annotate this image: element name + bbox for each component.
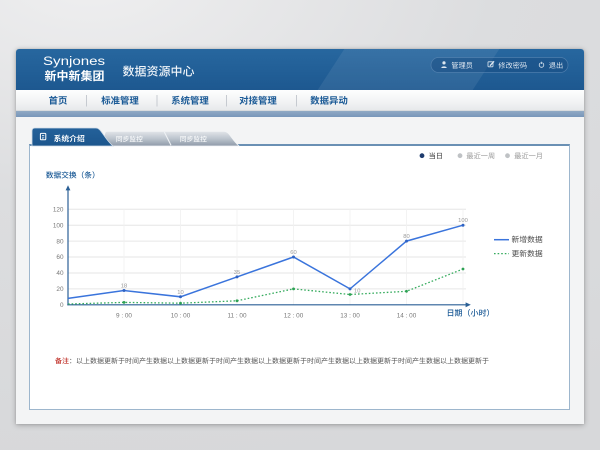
svg-text:20: 20 bbox=[56, 286, 64, 293]
svg-text:10 : 00: 10 : 00 bbox=[171, 313, 191, 320]
svg-text:60: 60 bbox=[56, 254, 64, 261]
svg-text:100: 100 bbox=[458, 218, 468, 224]
svg-text:12 : 00: 12 : 00 bbox=[284, 313, 304, 320]
svg-text:18: 18 bbox=[121, 284, 127, 290]
svg-text:10: 10 bbox=[354, 288, 360, 294]
svg-text:13 : 00: 13 : 00 bbox=[340, 313, 360, 320]
svg-text:9 : 00: 9 : 00 bbox=[116, 313, 132, 320]
svg-text:35: 35 bbox=[234, 270, 240, 276]
svg-text:14 : 00: 14 : 00 bbox=[397, 313, 417, 320]
svg-text:0: 0 bbox=[60, 302, 64, 309]
svg-text:40: 40 bbox=[56, 270, 64, 277]
svg-text:Synjones: Synjones bbox=[43, 54, 105, 68]
svg-text:80: 80 bbox=[403, 234, 409, 240]
svg-text:100: 100 bbox=[53, 222, 64, 229]
svg-text:11 : 00: 11 : 00 bbox=[227, 313, 247, 320]
svg-text:60: 60 bbox=[290, 250, 296, 256]
svg-text:10: 10 bbox=[177, 290, 183, 296]
svg-text:120: 120 bbox=[53, 207, 64, 214]
svg-text:80: 80 bbox=[56, 238, 64, 245]
